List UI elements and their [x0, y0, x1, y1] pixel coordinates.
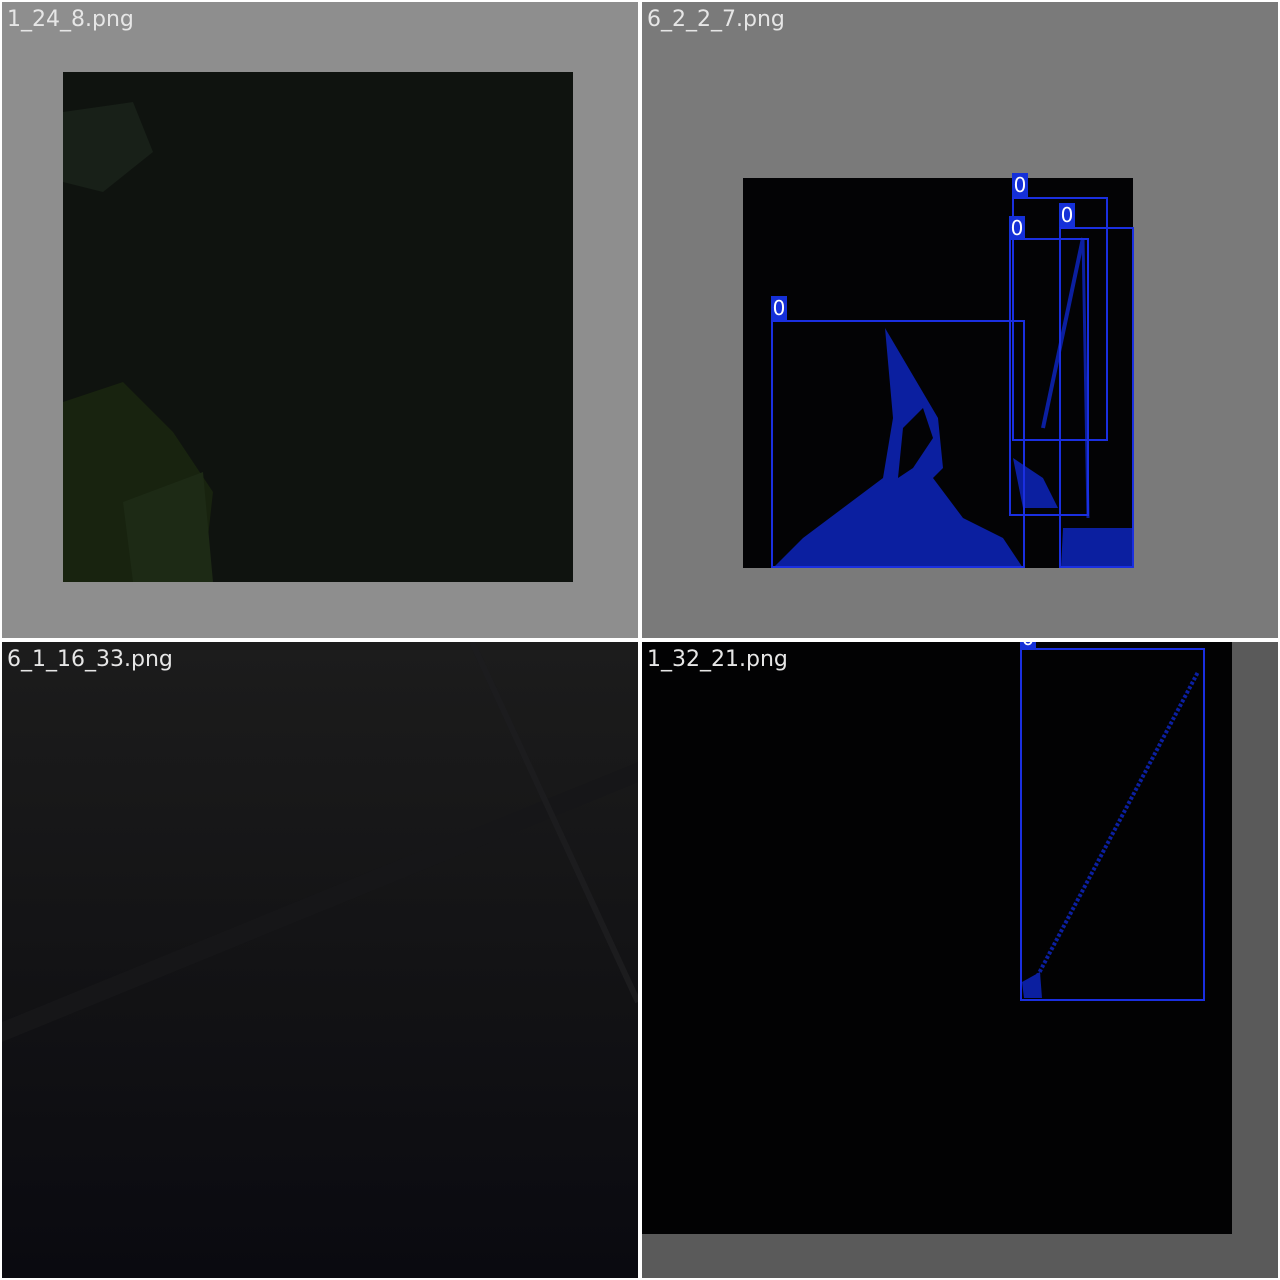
detection-box	[771, 320, 1025, 568]
detection-class-label: 0	[1059, 203, 1075, 227]
detection-class-label: 0	[1020, 642, 1036, 650]
tile-3-filename: 6_1_16_33.png	[7, 647, 173, 672]
tile-4-filename: 1_32_21.png	[647, 647, 788, 672]
tile-1-terrain	[63, 72, 573, 582]
mosaic-tile-4: 0 1_32_21.png	[642, 642, 1278, 1278]
detection-class-label: 0	[1009, 216, 1025, 240]
detection-class-label: 0	[1012, 173, 1028, 197]
tile-3-image	[2, 642, 638, 1278]
tile-1-image	[63, 72, 573, 582]
mosaic-tile-1: 1_24_8.png	[2, 2, 638, 638]
detection-box	[1020, 648, 1205, 1001]
mosaic-tile-2: 0 0 0 0 6_2_2_7.png	[642, 2, 1278, 638]
detection-class-label: 0	[771, 296, 787, 320]
tile-2-filename: 6_2_2_7.png	[647, 7, 785, 32]
mosaic-tile-3: 6_1_16_33.png	[2, 642, 638, 1278]
detection-box	[1059, 227, 1134, 568]
tile-1-filename: 1_24_8.png	[7, 7, 134, 32]
